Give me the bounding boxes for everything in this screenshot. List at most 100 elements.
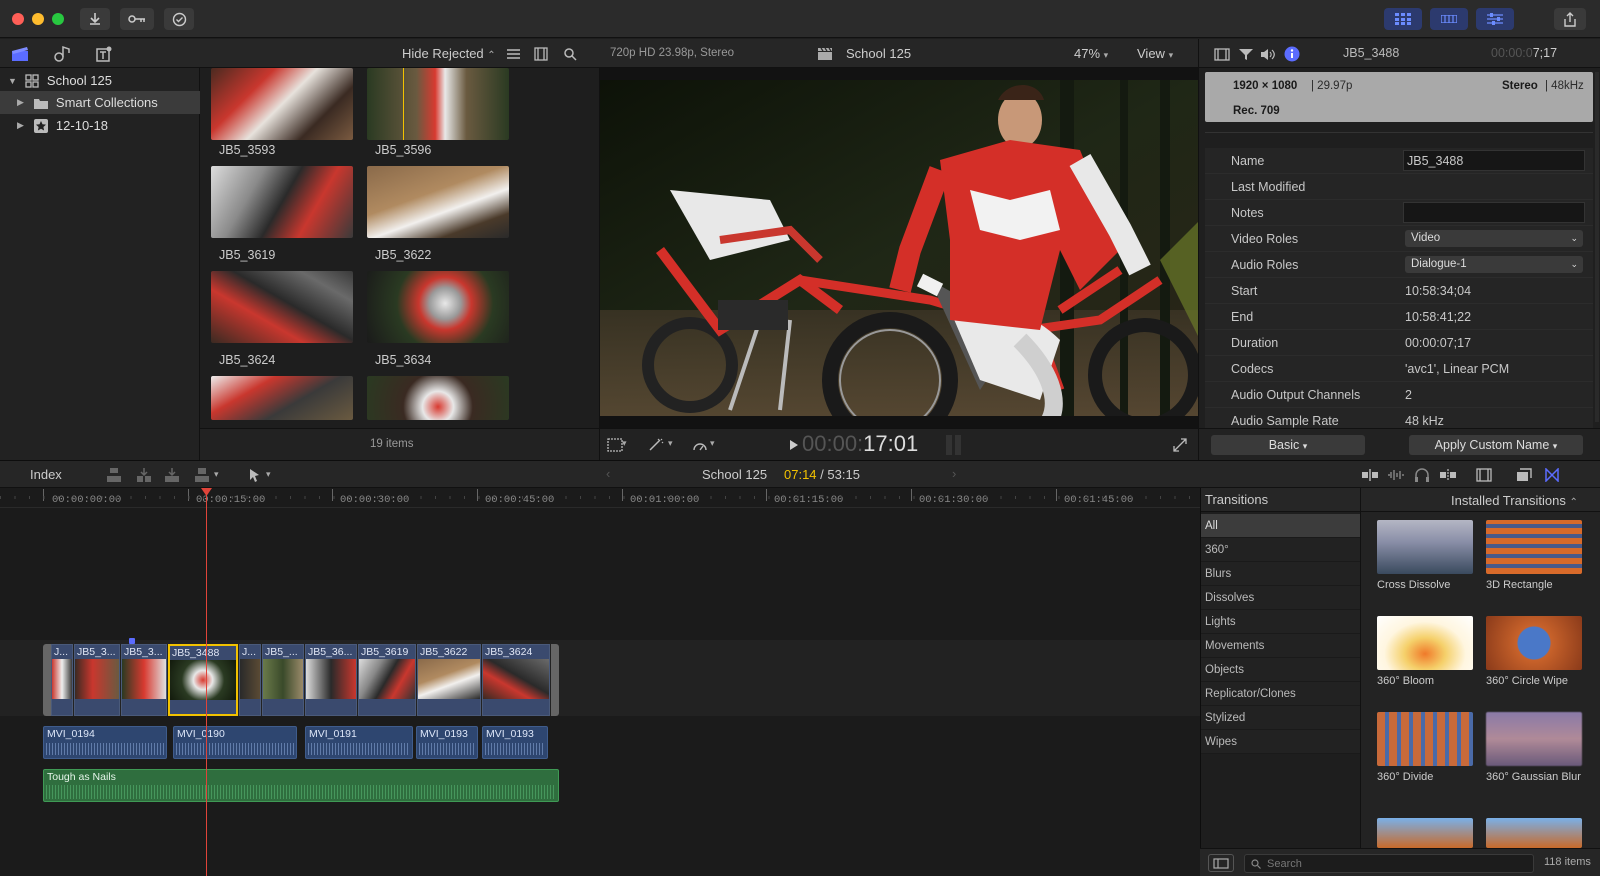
audio-clip[interactable]: MVI_0194: [43, 726, 167, 759]
transition-category[interactable]: Objects: [1201, 658, 1361, 682]
select-tool-arrow-icon[interactable]: [246, 466, 264, 484]
transition-category[interactable]: Lights: [1201, 610, 1361, 634]
transition-category[interactable]: Replicator/Clones: [1201, 682, 1361, 706]
show-inspector-button[interactable]: [1476, 8, 1514, 30]
view-dropdown[interactable]: View ▾: [1137, 46, 1173, 61]
transition-category-all[interactable]: All: [1201, 514, 1361, 538]
notes-field[interactable]: [1403, 202, 1585, 223]
append-clip-icon[interactable]: [162, 466, 182, 484]
minimize-window-button[interactable]: [32, 13, 44, 25]
background-tasks-button[interactable]: [164, 8, 194, 30]
search-icon[interactable]: [562, 46, 578, 62]
clip-filter-dropdown[interactable]: Hide Rejected ⌃: [402, 46, 496, 61]
video-roles-dropdown[interactable]: Video ⌄: [1405, 230, 1583, 247]
connect-clip-icon[interactable]: [104, 466, 124, 484]
disclosure-closed-icon[interactable]: ▶: [17, 120, 24, 131]
audio-clip[interactable]: MVI_0190: [173, 726, 297, 759]
transition-category[interactable]: Dissolves: [1201, 586, 1361, 610]
show-browser-button[interactable]: [1384, 8, 1422, 30]
clip-thumbnail[interactable]: [367, 68, 509, 140]
chevron-down-icon[interactable]: ▾: [214, 469, 219, 480]
sidebar-item-event[interactable]: ▶ 12-10-18: [0, 114, 200, 137]
transition-thumbnail[interactable]: [1486, 520, 1582, 574]
keywords-button[interactable]: [120, 8, 154, 30]
timeline-clip[interactable]: JB5_3...: [74, 644, 120, 716]
sidebar-toggle-icon[interactable]: [1208, 854, 1234, 872]
next-arrow-icon[interactable]: ›: [952, 466, 956, 481]
chevron-down-icon[interactable]: ▾: [710, 438, 715, 449]
music-clip[interactable]: Tough as Nails: [43, 769, 559, 802]
library-school-125[interactable]: ▼ School 125: [0, 69, 200, 92]
audio-roles-dropdown[interactable]: Dialogue-1 ⌄: [1405, 256, 1583, 273]
timeline-clip[interactable]: J...: [51, 644, 73, 716]
timeline-clip[interactable]: JB5_3...: [121, 644, 167, 716]
disclosure-closed-icon[interactable]: ▶: [17, 97, 24, 108]
timeline-clip[interactable]: JB5_3619: [358, 644, 416, 716]
list-view-icon[interactable]: [505, 46, 521, 62]
playhead[interactable]: [206, 488, 207, 876]
timeline-clip[interactable]: JB5_36...: [305, 644, 357, 716]
fullscreen-icon[interactable]: [1170, 435, 1190, 455]
snapping-icon[interactable]: [1438, 466, 1458, 484]
transition-thumbnail[interactable]: [1486, 818, 1582, 848]
filmstrip-view-icon[interactable]: [533, 46, 549, 62]
storyline-handle-right[interactable]: [551, 644, 559, 716]
chevron-down-icon[interactable]: ▾: [668, 438, 673, 449]
transition-category[interactable]: Movements: [1201, 634, 1361, 658]
titles-generators-icon[interactable]: [94, 44, 114, 64]
timeline-clip[interactable]: JB5_...: [262, 644, 304, 716]
import-button[interactable]: [80, 8, 110, 30]
transition-thumbnail[interactable]: [1377, 712, 1473, 766]
effects-browser-icon[interactable]: [1514, 466, 1534, 484]
transitions-browser-icon[interactable]: [1542, 466, 1562, 484]
transition-thumbnail[interactable]: [1377, 616, 1473, 670]
playhead-timecode[interactable]: 00:00:17:01: [802, 431, 918, 457]
transitions-search-field[interactable]: Search: [1244, 854, 1534, 873]
photos-audio-icon[interactable]: [52, 44, 72, 64]
clip-thumbnail[interactable]: [211, 68, 353, 140]
enhance-wand-icon[interactable]: [644, 435, 668, 455]
marker-icon[interactable]: [129, 638, 135, 644]
transition-thumbnail[interactable]: [1377, 818, 1473, 848]
viewer-frame[interactable]: [600, 80, 1198, 416]
audio-clip[interactable]: MVI_0191: [305, 726, 413, 759]
headphones-icon[interactable]: [1412, 466, 1432, 484]
transition-category[interactable]: Wipes: [1201, 730, 1361, 754]
share-button[interactable]: [1554, 8, 1586, 30]
sidebar-item-smart-collections[interactable]: ▶ Smart Collections: [0, 91, 200, 114]
zoom-dropdown[interactable]: 47% ▾: [1074, 46, 1108, 61]
color-inspector-funnel-icon[interactable]: [1237, 46, 1255, 62]
zoom-window-button[interactable]: [52, 13, 64, 25]
timeline-clip[interactable]: J...: [239, 644, 261, 716]
insert-clip-icon[interactable]: [134, 466, 154, 484]
clip-thumbnail[interactable]: [367, 166, 509, 238]
video-audio-skimming-icon[interactable]: [1360, 466, 1380, 484]
info-inspector-icon[interactable]: [1283, 45, 1301, 63]
retime-speedometer-icon[interactable]: [688, 435, 712, 455]
transition-category[interactable]: Blurs: [1201, 562, 1361, 586]
libraries-clapper-icon[interactable]: [10, 44, 30, 64]
timeline-clip[interactable]: JB5_3622: [417, 644, 481, 716]
audio-inspector-speaker-icon[interactable]: [1259, 46, 1277, 62]
timeline-clip[interactable]: JB5_3624: [482, 644, 550, 716]
chevron-down-icon[interactable]: ▾: [622, 438, 627, 449]
clip-appearance-icon[interactable]: [1474, 466, 1494, 484]
overwrite-clip-icon[interactable]: [192, 466, 212, 484]
play-icon[interactable]: [784, 435, 804, 455]
timeline-clip-selected[interactable]: JB5_3488: [168, 644, 238, 716]
timeline-ruler[interactable]: 00:00:00:00 00:00:15:00 00:00:30:00 00:0…: [0, 488, 1200, 508]
transition-thumbnail[interactable]: [1486, 712, 1582, 766]
clip-thumbnail[interactable]: [211, 166, 353, 238]
clip-thumbnail[interactable]: [211, 376, 353, 420]
transition-category[interactable]: 360°: [1201, 538, 1361, 562]
chevron-down-icon[interactable]: ▾: [266, 469, 271, 480]
installed-transitions-dropdown[interactable]: Installed Transitions ⌃: [1451, 493, 1578, 508]
transition-category[interactable]: Stylized: [1201, 706, 1361, 730]
show-timeline-button[interactable]: [1430, 8, 1468, 30]
apply-custom-name-button[interactable]: Apply Custom Name ▾: [1409, 435, 1583, 455]
index-button[interactable]: Index: [30, 467, 62, 482]
close-window-button[interactable]: [12, 13, 24, 25]
transition-thumbnail[interactable]: [1486, 616, 1582, 670]
metadata-view-dropdown[interactable]: Basic ▾: [1211, 435, 1365, 455]
previous-arrow-icon[interactable]: ‹: [606, 466, 610, 481]
